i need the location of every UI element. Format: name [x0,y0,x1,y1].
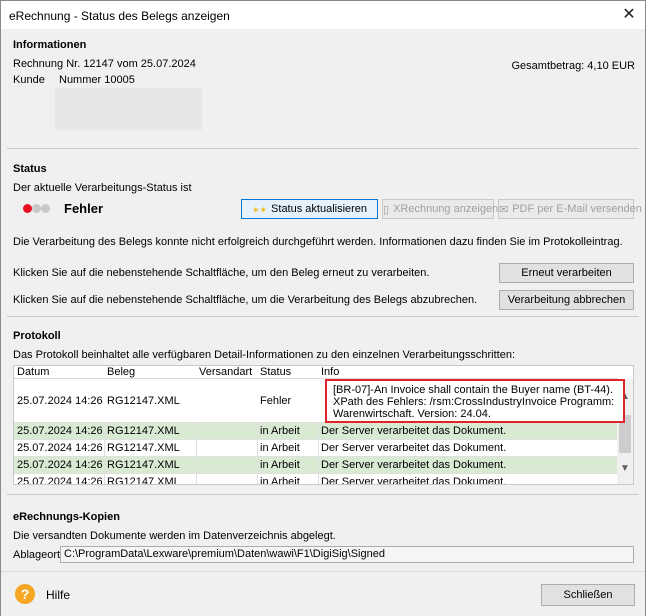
abort-text: Klicken Sie auf die nebenstehende Schalt… [13,294,478,306]
total-amount: Gesamtbetrag: 4,10 EUR [511,60,635,72]
cell-status: Fehler [260,395,292,407]
status-light-off-icon [41,204,50,213]
column-divider [318,423,319,484]
refresh-stars-icon: ✶✶ [251,205,268,215]
divider [7,148,639,149]
column-header-shipping[interactable]: Versandart [199,366,252,378]
close-button[interactable]: Schließen [541,584,635,606]
close-icon[interactable]: ✕ [619,5,639,25]
column-divider [196,423,197,484]
column-header-document[interactable]: Beleg [107,366,135,378]
cell-date: 25.07.2024 14:26 [17,459,103,471]
cell-document: RG12147.XML [107,425,180,437]
cell-status: in Arbeit [260,476,300,485]
title-bar: eRechnung - Status des Belegs anzeigen ✕ [1,1,645,29]
send-pdf-email-label: PDF per E-Mail versenden [512,203,642,215]
cell-info: Der Server verarbeitet das Dokument. [321,442,507,454]
copies-heading: eRechnungs-Kopien [13,511,120,523]
status-light-off-icon [32,204,41,213]
reprocess-button[interactable]: Erneut verarbeiten [499,263,634,283]
location-label: Ablageort: [13,549,64,561]
status-heading: Status [13,163,47,175]
status-value: Fehler [64,201,104,216]
table-header: Datum Beleg Versandart Status Info [14,366,618,379]
email-icon: ✉ [499,204,509,216]
protocol-table[interactable]: Datum Beleg Versandart Status Info 25.07… [13,365,634,485]
cell-status: in Arbeit [260,459,300,471]
cell-info: Der Server verarbeitet das Dokument. [321,425,507,437]
customer-number: Nummer 10005 [59,74,135,86]
customer-address-redacted [55,88,202,130]
send-pdf-email-button[interactable]: ✉ PDF per E-Mail versenden [498,199,642,219]
status-message: Die Verarbeitung des Belegs konnte nicht… [13,236,623,248]
cell-date: 25.07.2024 14:26 [17,476,103,485]
dialog-content: Informationen Rechnung Nr. 12147 vom 25.… [1,29,645,571]
help-icon[interactable]: ? [15,584,35,604]
column-divider [257,423,258,484]
abort-button[interactable]: Verarbeitung abbrechen [499,290,634,310]
location-path-field[interactable]: C:\ProgramData\Lexware\premium\Daten\waw… [60,546,634,563]
cell-info: Der Server verarbeitet das Dokument. [321,459,507,471]
column-header-status[interactable]: Status [260,366,291,378]
protocol-heading: Protokoll [13,330,61,342]
show-xrechnung-label: XRechnung anzeigen [393,203,499,215]
show-xrechnung-button[interactable]: ▯ XRechnung anzeigen [382,199,498,219]
cell-date: 25.07.2024 14:26 [17,442,103,454]
cell-date: 25.07.2024 14:26 [17,425,103,437]
divider [7,494,639,495]
cell-date: 25.07.2024 14:26 [17,395,103,407]
column-header-date[interactable]: Datum [17,366,49,378]
info-heading: Informationen [13,39,87,51]
invoice-line: Rechnung Nr. 12147 vom 25.07.2024 [13,58,196,70]
divider [7,316,639,317]
error-info-highlight: [BR-07]-An Invoice shall contain the Buy… [325,379,625,423]
cell-status: in Arbeit [260,442,300,454]
window-title: eRechnung - Status des Belegs anzeigen [9,9,230,23]
cell-document: RG12147.XML [107,476,180,485]
column-divider [104,423,105,484]
column-header-info[interactable]: Info [321,366,339,378]
status-dialog: eRechnung - Status des Belegs anzeigen ✕… [0,0,646,616]
cell-info: Der Server verarbeitet das Dokument. [321,476,507,485]
dialog-footer: ? Hilfe Schließen [1,571,645,616]
scroll-down-icon[interactable]: ▼ [620,463,630,474]
copies-description: Die versandten Dokumente werden im Daten… [13,530,336,542]
status-current-label: Der aktuelle Verarbeitungs-Status ist [13,182,192,194]
cell-document: RG12147.XML [107,459,180,471]
customer-label: Kunde [13,74,45,86]
status-light-red-icon [23,204,32,213]
cell-info-error: [BR-07]-An Invoice shall contain the Buy… [333,384,615,420]
refresh-status-button[interactable]: ✶✶ Status aktualisieren [241,199,378,219]
cell-status: in Arbeit [260,425,300,437]
reprocess-text: Klicken Sie auf die nebenstehende Schalt… [13,267,430,279]
protocol-description: Das Protokoll beinhaltet alle verfügbare… [13,349,516,361]
cell-document: RG12147.XML [107,442,180,454]
help-label[interactable]: Hilfe [46,588,70,602]
cell-document: RG12147.XML [107,395,180,407]
refresh-status-label: Status aktualisieren [271,203,368,215]
document-icon: ▯ [383,204,390,216]
